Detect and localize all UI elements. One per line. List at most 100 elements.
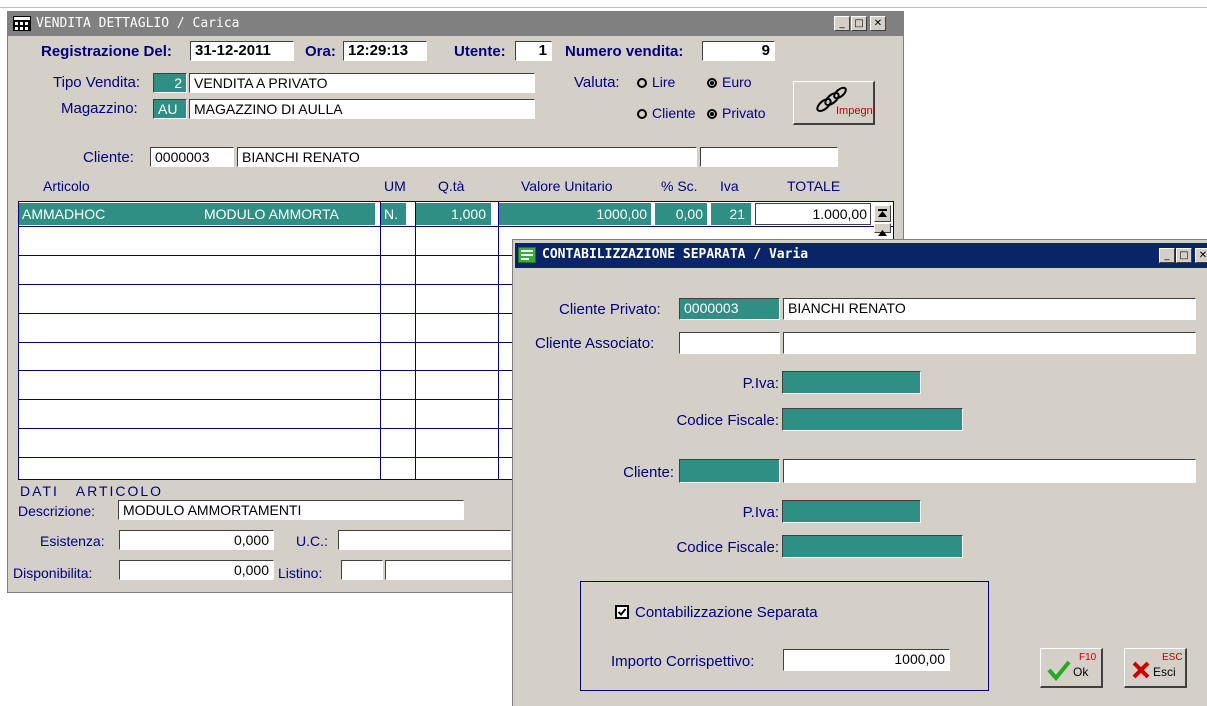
cliente-associato-name[interactable] — [783, 332, 1196, 354]
radio-euro-icon — [707, 78, 717, 88]
listino-label: Listino: — [278, 565, 323, 581]
esci-label: Esci — [1153, 665, 1176, 679]
cliente-associato-code[interactable] — [679, 332, 780, 354]
scroll-up-icon — [878, 230, 887, 236]
codice-fiscale-field-2[interactable] — [782, 535, 963, 558]
esci-button[interactable]: ESC Esci — [1124, 648, 1187, 688]
ok-key-label: F10 — [1079, 652, 1097, 663]
tipo-vendita-desc[interactable]: VENDITA A PRIVATO — [189, 73, 535, 93]
contabilizzazione-dialog: CONTABILIZZAZIONE SEPARATA / Varia _ □ ✕… — [512, 239, 1207, 706]
ora-field[interactable]: 12:29:13 — [343, 41, 427, 61]
disponibilita-field[interactable]: 0,000 — [119, 560, 274, 580]
numero-vendita-label: Numero vendita: — [565, 43, 684, 60]
radio-cliente-icon — [637, 109, 647, 119]
cliente-extra-field[interactable] — [700, 147, 838, 167]
col-sconto: % Sc. — [661, 178, 698, 194]
importo-field[interactable]: 1000,00 — [783, 649, 950, 671]
esci-key-label: ESC — [1162, 652, 1183, 663]
dati-articolo-heading: DATI ARTICOLO — [20, 483, 164, 499]
impegni-label: Impegni — [836, 105, 876, 117]
app-icon — [13, 16, 31, 31]
row-totale: 1.000,00 — [812, 206, 868, 222]
col-qta: Q.tà — [438, 178, 465, 194]
radio-euro[interactable]: Euro — [707, 74, 752, 90]
cliente-associato-label: Cliente Associato: — [535, 335, 655, 352]
listino-code-field[interactable] — [341, 560, 383, 580]
piva-label-1: P.Iva: — [742, 375, 779, 392]
cliente-name-field[interactable]: BIANCHI RENATO — [237, 147, 697, 167]
dialog-cliente-code[interactable] — [679, 459, 780, 483]
row-valore: 1000,00 — [596, 206, 647, 222]
utente-label: Utente: — [454, 43, 506, 60]
main-window-title: VENDITA DETTAGLIO / Carica — [36, 16, 240, 31]
table-row[interactable]: AMMADHOC MODULO AMMORTA N. 1,000 1000,00… — [19, 203, 872, 225]
radio-cliente[interactable]: Cliente — [637, 105, 696, 121]
background-divider — [0, 7, 1207, 8]
grid-col-divider — [415, 202, 416, 479]
cliente-privato-name[interactable]: BIANCHI RENATO — [783, 298, 1196, 320]
magazzino-label: Magazzino: — [61, 100, 138, 117]
registrazione-date-field[interactable]: 31-12-2011 — [190, 41, 294, 61]
radio-lire-icon — [637, 78, 647, 88]
cross-icon — [1132, 661, 1150, 679]
grid-row-divider — [19, 226, 893, 227]
dialog-title: CONTABILIZZAZIONE SEPARATA / Varia — [542, 247, 809, 262]
dialog-cliente-name[interactable] — [783, 459, 1196, 483]
impegni-button[interactable]: Impegni — [793, 81, 875, 125]
tipo-vendita-label: Tipo Vendita: — [53, 74, 141, 91]
uc-label: U.C.: — [296, 533, 328, 549]
magazzino-code[interactable]: AU — [153, 99, 187, 119]
col-iva: Iva — [720, 178, 739, 194]
piva-field-1[interactable] — [782, 371, 921, 394]
col-totale: TOTALE — [787, 178, 841, 194]
listino-desc-field[interactable] — [385, 560, 511, 580]
disponibilita-label: Disponibilita: — [13, 565, 93, 581]
cliente-privato-code[interactable]: 0000003 — [679, 298, 780, 320]
grid-col-divider — [380, 202, 381, 479]
row-articolo-code: AMMADHOC — [22, 206, 106, 222]
codice-fiscale-label-2: Codice Fiscale: — [676, 539, 779, 556]
dialog-app-icon — [518, 247, 536, 263]
ok-button[interactable]: F10 Ok — [1040, 648, 1103, 688]
scroll-top-icon — [878, 209, 887, 217]
col-valore: Valore Unitario — [521, 178, 613, 194]
piva-field-2[interactable] — [782, 500, 921, 523]
magazzino-desc[interactable]: MAGAZZINO DI AULLA — [189, 99, 535, 119]
esistenza-field[interactable]: 0,000 — [119, 530, 274, 550]
scroll-up-button[interactable] — [874, 223, 891, 236]
scroll-top-button[interactable] — [874, 205, 891, 222]
dialog-maximize-icon[interactable]: □ — [1176, 248, 1192, 263]
radio-privato-icon — [707, 109, 717, 119]
maximize-icon[interactable]: □ — [851, 16, 867, 31]
col-um: UM — [384, 178, 406, 194]
checkmark-icon — [1047, 660, 1071, 681]
codice-fiscale-field-1[interactable] — [782, 408, 963, 431]
row-iva: 21 — [729, 206, 745, 222]
descrizione-field[interactable]: MODULO AMMORTAMENTI — [118, 500, 464, 520]
piva-label-2: P.Iva: — [742, 504, 779, 521]
row-articolo-descr: MODULO AMMORTA — [204, 206, 339, 222]
esistenza-label: Esistenza: — [40, 533, 105, 549]
ok-label: Ok — [1073, 665, 1089, 679]
uc-field[interactable] — [338, 530, 511, 550]
radio-lire[interactable]: Lire — [637, 74, 675, 90]
utente-field[interactable]: 1 — [515, 41, 552, 61]
cliente-code-field[interactable]: 0000003 — [150, 147, 234, 167]
grid-col-divider — [498, 202, 499, 479]
numero-vendita-field[interactable]: 9 — [702, 41, 775, 61]
cliente-label: Cliente: — [83, 149, 134, 166]
dialog-titlebar: CONTABILIZZAZIONE SEPARATA / Varia _ □ ✕ — [515, 243, 1207, 268]
registrazione-label: Registrazione Del: — [41, 43, 172, 60]
minimize-icon[interactable]: _ — [834, 16, 850, 31]
main-titlebar: VENDITA DETTAGLIO / Carica _ □ ✕ — [8, 12, 903, 36]
contab-checkbox[interactable] — [615, 605, 629, 619]
descrizione-label: Descrizione: — [18, 503, 96, 519]
radio-lire-label: Lire — [652, 74, 676, 90]
dialog-minimize-icon[interactable]: _ — [1159, 248, 1175, 263]
tipo-vendita-code[interactable]: 2 — [153, 73, 187, 93]
dialog-close-icon[interactable]: ✕ — [1195, 248, 1207, 263]
close-icon[interactable]: ✕ — [870, 16, 886, 31]
radio-euro-label: Euro — [722, 74, 752, 90]
radio-privato[interactable]: Privato — [707, 105, 766, 121]
col-articolo: Articolo — [43, 178, 90, 194]
